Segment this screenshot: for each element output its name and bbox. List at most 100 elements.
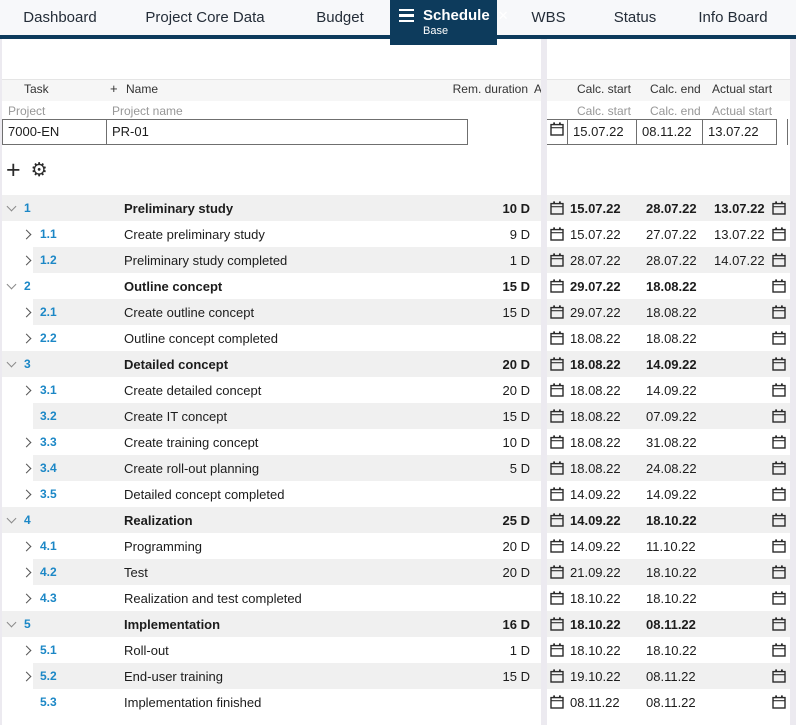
chevron-down-icon[interactable] — [6, 513, 17, 524]
task-name-cell[interactable]: Create preliminary study — [124, 227, 265, 242]
calendar-icon[interactable] — [772, 695, 786, 709]
task-name-cell[interactable]: Outline concept — [124, 279, 222, 294]
tab-info-board[interactable]: Info Board — [670, 0, 796, 35]
calendar-icon[interactable] — [772, 565, 786, 579]
calc-end-cell[interactable]: 08.11.22 — [646, 669, 696, 684]
chevron-right-icon[interactable] — [21, 229, 32, 240]
rem-duration-cell[interactable]: 20 D — [503, 565, 530, 580]
project-calc-end-field[interactable]: 08.11.22 — [637, 120, 703, 144]
calendar-icon[interactable] — [772, 669, 786, 683]
calendar-icon[interactable] — [550, 331, 564, 345]
calc-start-cell[interactable]: 18.08.22 — [570, 435, 621, 450]
task-name-cell[interactable]: Outline concept completed — [124, 331, 278, 346]
calc-start-cell[interactable]: 18.08.22 — [570, 409, 621, 424]
calendar-icon[interactable] — [772, 253, 786, 267]
chevron-right-icon[interactable] — [21, 333, 32, 344]
calendar-icon[interactable] — [772, 383, 786, 397]
calendar-icon[interactable] — [550, 279, 564, 293]
chevron-right-icon[interactable] — [21, 255, 32, 266]
add-task-button plus-icon[interactable]: + — [6, 156, 21, 184]
rem-duration-cell[interactable]: 9 D — [510, 227, 530, 242]
rem-duration-cell[interactable]: 15 D — [503, 305, 530, 320]
calendar-icon[interactable] — [550, 487, 564, 501]
project-calc-start-field[interactable]: 15.07.22 — [568, 120, 637, 144]
rem-duration-cell[interactable]: 15 D — [503, 409, 530, 424]
calendar-icon[interactable] — [772, 279, 786, 293]
task-row-5.1[interactable]: 5.1 Roll-out 1 D 18.10.22 18.10.22 — [2, 637, 790, 663]
calendar-icon[interactable] — [550, 227, 564, 241]
calc-start-cell[interactable]: 18.10.22 — [570, 591, 621, 606]
task-name-cell[interactable]: Programming — [124, 539, 202, 554]
task-row-4[interactable]: 4 Realization 25 D 14.09.22 18.10.22 — [2, 507, 790, 533]
calendar-icon[interactable] — [550, 669, 564, 683]
calc-end-cell[interactable]: 18.10.22 — [646, 565, 697, 580]
calc-start-cell[interactable]: 29.07.22 — [570, 279, 621, 294]
tab-project-core-data[interactable]: Project Core Data — [120, 0, 290, 35]
task-row-3.4[interactable]: 3.4 Create roll-out planning 5 D 18.08.22 24… — [2, 455, 790, 481]
right-edge-splitter[interactable] — [790, 39, 796, 725]
task-row-3.5[interactable]: 3.5 Detailed concept completed 14.09.22 14.… — [2, 481, 790, 507]
chevron-right-icon[interactable] — [21, 463, 32, 474]
calendar-icon[interactable] — [550, 591, 564, 605]
calc-end-cell[interactable]: 14.09.22 — [646, 357, 697, 372]
rem-duration-cell[interactable]: 15 D — [503, 279, 530, 294]
actual-start-cell[interactable]: 13.07.22 — [714, 201, 765, 216]
tab-budget[interactable]: Budget — [290, 0, 390, 35]
task-name-cell[interactable]: Roll-out — [124, 643, 169, 658]
calendar-icon[interactable] — [772, 539, 786, 553]
hamburger-icon[interactable] — [399, 8, 414, 23]
task-row-4.2[interactable]: 4.2 Test 20 D 21.09.22 18.10.22 — [2, 559, 790, 585]
rem-duration-cell[interactable]: 20 D — [503, 357, 530, 372]
calc-end-cell[interactable]: 24.08.22 — [646, 461, 697, 476]
task-name-cell[interactable]: Create outline concept — [124, 305, 254, 320]
calc-start-cell[interactable]: 18.10.22 — [570, 643, 621, 658]
task-name-cell[interactable]: Implementation finished — [124, 695, 261, 710]
calendar-icon[interactable] — [772, 305, 786, 319]
task-row-3[interactable]: 3 Detailed concept 20 D 18.08.22 14.09.22 — [2, 351, 790, 377]
task-row-4.1[interactable]: 4.1 Programming 20 D 14.09.22 11.10.22 — [2, 533, 790, 559]
task-name-cell[interactable]: Test — [124, 565, 148, 580]
calc-end-cell[interactable]: 27.07.22 — [646, 227, 697, 242]
calc-end-cell[interactable]: 11.10.22 — [646, 539, 696, 554]
actual-start-cell[interactable]: 13.07.22 — [714, 227, 765, 242]
task-name-cell[interactable]: Detailed concept completed — [124, 487, 284, 502]
calc-start-cell[interactable]: 18.08.22 — [570, 383, 621, 398]
rem-duration-cell[interactable]: 15 D — [503, 669, 530, 684]
calendar-icon[interactable] — [550, 539, 564, 553]
calendar-icon[interactable] — [550, 643, 564, 657]
calc-start-cell[interactable]: 14.09.22 — [570, 513, 621, 528]
task-name-cell[interactable]: Preliminary study completed — [124, 253, 287, 268]
task-row-3.3[interactable]: 3.3 Create training concept 10 D 18.08.22 31… — [2, 429, 790, 455]
project-id-field[interactable]: 7000-EN — [3, 120, 107, 144]
rem-duration-cell[interactable]: 20 D — [503, 383, 530, 398]
calendar-icon[interactable] — [772, 227, 786, 241]
task-name-cell[interactable]: Implementation — [124, 617, 220, 632]
calendar-icon[interactable] — [772, 643, 786, 657]
chevron-down-icon[interactable] — [6, 201, 17, 212]
chevron-right-icon[interactable] — [21, 567, 32, 578]
calendar-icon[interactable] — [550, 201, 564, 215]
chevron-right-icon[interactable] — [21, 307, 32, 318]
task-row-4.3[interactable]: 4.3 Realization and test completed 18.10.2… — [2, 585, 790, 611]
calc-start-cell[interactable]: 21.09.22 — [570, 565, 621, 580]
calc-start-cell[interactable]: 14.09.22 — [570, 539, 621, 554]
calendar-icon[interactable] — [772, 201, 786, 215]
calc-end-cell[interactable]: 14.09.22 — [646, 383, 697, 398]
calendar-icon[interactable] — [772, 617, 786, 631]
task-row-3.2[interactable]: 3.2 Create IT concept 15 D 18.08.22 07.09.22 — [2, 403, 790, 429]
chevron-right-icon[interactable] — [21, 489, 32, 500]
actual-start-cell[interactable]: 14.07.22 — [714, 253, 765, 268]
calc-start-cell[interactable]: 18.10.22 — [570, 617, 621, 632]
calc-end-cell[interactable]: 14.09.22 — [646, 487, 697, 502]
settings-button gear-icon[interactable]: ⚙ — [31, 159, 48, 181]
chevron-right-icon[interactable] — [21, 593, 32, 604]
task-name-cell[interactable]: Create detailed concept — [124, 383, 261, 398]
calc-start-cell[interactable]: 28.07.22 — [570, 253, 621, 268]
calc-start-cell[interactable]: 18.08.22 — [570, 461, 621, 476]
tab-wbs[interactable]: WBS — [497, 0, 600, 35]
task-name-cell[interactable]: Create IT concept — [124, 409, 227, 424]
rem-duration-cell[interactable]: 10 D — [503, 201, 530, 216]
calendar-icon[interactable] — [772, 331, 786, 345]
task-name-cell[interactable]: End-user training — [124, 669, 223, 684]
task-name-cell[interactable]: Preliminary study — [124, 201, 233, 216]
